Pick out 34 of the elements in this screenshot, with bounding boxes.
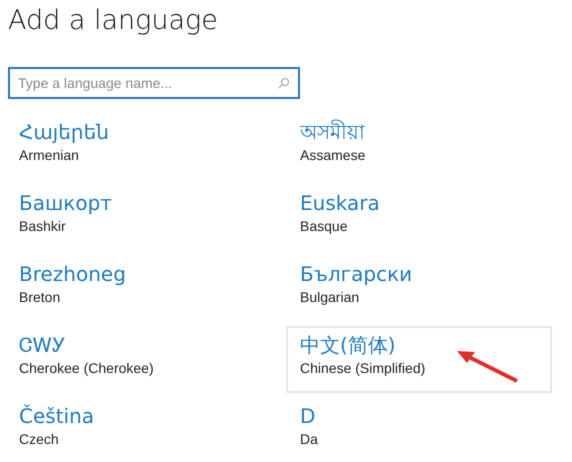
arrow-annotation bbox=[455, 349, 520, 384]
native-name: অসমীয়া bbox=[300, 119, 365, 145]
language-item[interactable]: D Da bbox=[286, 397, 552, 462]
language-item[interactable]: Български Bulgarian bbox=[286, 255, 552, 322]
english-name: Assamese bbox=[300, 146, 366, 165]
native-name: Հայերեն bbox=[19, 119, 109, 145]
native-name: Euskara bbox=[300, 190, 380, 216]
native-name: Български bbox=[300, 261, 412, 287]
language-item[interactable]: Башкорт Bashkir bbox=[5, 184, 271, 251]
language-item[interactable]: Հայերեն Armenian bbox=[5, 113, 271, 180]
page-title: Add a language bbox=[7, 4, 219, 38]
language-item[interactable]: Čeština Czech bbox=[5, 397, 271, 462]
english-name: Bashkir bbox=[19, 217, 66, 236]
native-name: ᏣᎳᎩ bbox=[19, 332, 66, 358]
native-name: 中文(简体) bbox=[300, 332, 396, 358]
language-item[interactable]: Brezhoneg Breton bbox=[5, 255, 271, 322]
english-name: Basque bbox=[300, 217, 348, 236]
language-item[interactable]: 中文(简体) Chinese (Simplified) bbox=[286, 326, 552, 393]
language-item[interactable]: অসমীয়া Assamese bbox=[286, 113, 552, 180]
english-name: Chinese (Simplified) bbox=[300, 359, 426, 378]
native-name: Brezhoneg bbox=[19, 261, 126, 287]
language-item[interactable]: Euskara Basque bbox=[286, 184, 552, 251]
search-icon bbox=[278, 77, 290, 89]
english-name: Bulgarian bbox=[300, 288, 360, 307]
english-name: Da bbox=[300, 430, 318, 449]
english-name: Breton bbox=[19, 288, 60, 307]
native-name: D bbox=[300, 403, 316, 429]
native-name: Башкорт bbox=[19, 190, 112, 216]
english-name: Cherokee (Cherokee) bbox=[19, 359, 154, 378]
native-name: Čeština bbox=[19, 403, 94, 429]
language-item[interactable]: ᏣᎳᎩ Cherokee (Cherokee) bbox=[5, 326, 271, 393]
search-field[interactable]: Type a language name... bbox=[8, 67, 300, 99]
english-name: Armenian bbox=[19, 146, 79, 165]
english-name: Czech bbox=[19, 430, 59, 449]
